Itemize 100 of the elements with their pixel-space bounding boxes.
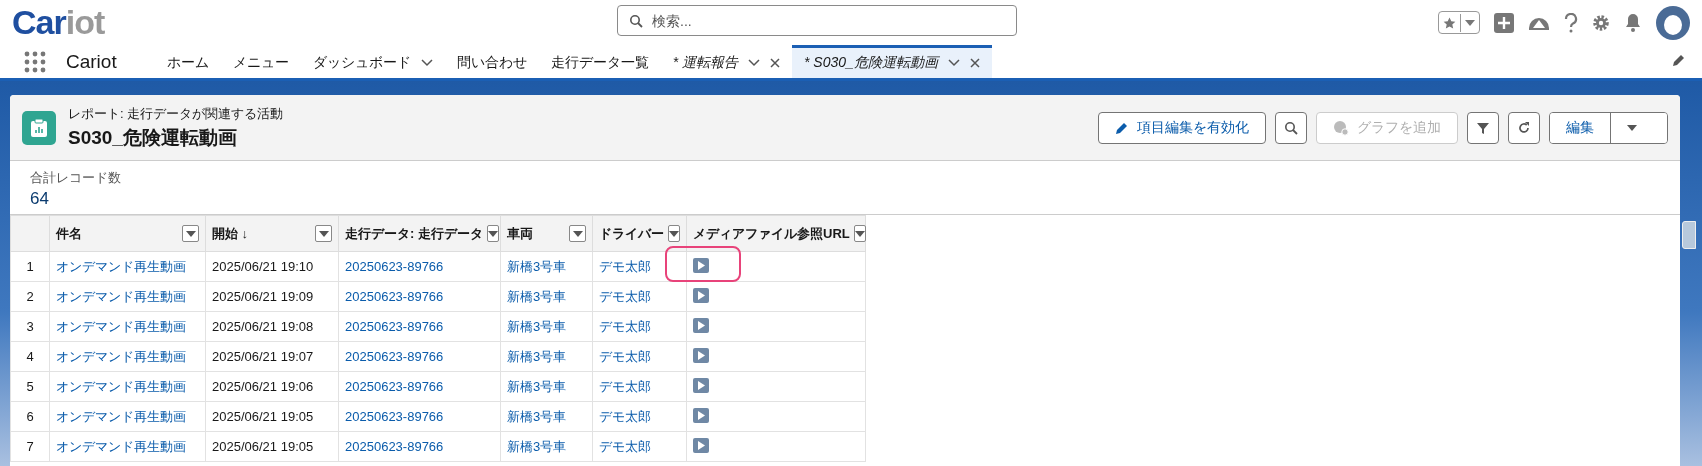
menu-button[interactable]: [1611, 112, 1667, 143]
caret-icon: [854, 230, 865, 237]
table-cell: 2025/06/21 19:06: [205, 371, 339, 402]
column-menu-button[interactable]: [569, 225, 586, 242]
table-link[interactable]: 20250623-89766: [338, 251, 501, 282]
logo: Cariot: [12, 3, 105, 42]
table-link[interactable]: 新橋3号車: [500, 281, 593, 312]
table-link[interactable]: オンデマンド再生動画: [49, 311, 206, 342]
nav-tab[interactable]: メニュー: [220, 45, 301, 78]
close-icon[interactable]: [969, 58, 980, 68]
column-header: ドライバー: [599, 224, 664, 243]
table-cell: 2025/06/21 19:08: [205, 311, 339, 342]
column-header: 走行データ: 走行データ: [345, 224, 483, 243]
play-icon[interactable]: [693, 437, 709, 453]
play-icon[interactable]: [693, 347, 709, 363]
report-title: S030_危険運転動画: [68, 125, 238, 150]
add-icon[interactable]: [1494, 12, 1514, 33]
chevron-down-icon[interactable]: [748, 59, 761, 67]
nav-tab[interactable]: * 運転報告: [660, 45, 793, 78]
table-cell: 2025/06/21 19:10: [205, 251, 339, 282]
play-icon[interactable]: [693, 257, 709, 273]
nav-tab[interactable]: ダッシュボード: [300, 45, 445, 78]
table-cell: 2025/06/21 19:05: [205, 401, 339, 432]
play-icon[interactable]: [693, 317, 709, 333]
table-link[interactable]: 20250623-89766: [338, 401, 501, 432]
table-link[interactable]: 新橋3号車: [500, 371, 593, 402]
table-cell: 2025/06/21 19:07: [205, 341, 339, 372]
table-link[interactable]: デモ太郎: [592, 371, 687, 402]
column-header: メディアファイル参照URL: [693, 224, 850, 243]
table-link[interactable]: 20250623-89766: [338, 341, 501, 372]
search-icon: [1284, 120, 1298, 135]
close-icon[interactable]: [770, 58, 781, 68]
table-cell: 2025/06/21 19:09: [205, 281, 339, 312]
table-link[interactable]: デモ太郎: [592, 401, 687, 432]
column-menu-button[interactable]: [182, 225, 199, 242]
refresh-icon: [1517, 120, 1531, 135]
settings-icon[interactable]: [1592, 13, 1610, 32]
table-link[interactable]: オンデマンド再生動画: [49, 281, 206, 312]
caret-icon: [669, 230, 679, 237]
caret-icon: [1627, 124, 1637, 131]
caret-icon: [185, 230, 196, 237]
caret-icon: [318, 230, 329, 237]
play-icon[interactable]: [693, 407, 709, 423]
pencil-icon[interactable]: [1672, 52, 1686, 67]
table-link[interactable]: 新橋3号車: [500, 431, 593, 462]
summary-label: 合計レコード数: [30, 169, 122, 187]
table-link[interactable]: 新橋3号車: [500, 251, 593, 282]
column-menu-button[interactable]: [486, 225, 499, 242]
table-link[interactable]: 新橋3号車: [500, 341, 593, 372]
summary-value: 64: [30, 189, 50, 209]
filter-icon: [1476, 120, 1490, 135]
edit-split-button[interactable]: 編集: [1549, 111, 1668, 144]
row-number: 5: [10, 371, 50, 402]
table-link[interactable]: デモ太郎: [592, 281, 687, 312]
table-link[interactable]: デモ太郎: [592, 341, 687, 372]
report-type: レポート: 走行データが関連する活動: [68, 104, 284, 123]
table-link[interactable]: オンデマンド再生動画: [49, 401, 206, 432]
caret-icon: [572, 230, 583, 237]
table-link[interactable]: 20250623-89766: [338, 281, 501, 312]
refresh-button[interactable]: [1508, 111, 1540, 144]
table-link[interactable]: 20250623-89766: [338, 311, 501, 342]
table-link[interactable]: オンデマンド再生動画: [49, 371, 206, 402]
favorites-button[interactable]: [1438, 11, 1480, 34]
app-launcher-icon[interactable]: [24, 50, 46, 73]
column-header: 車両: [507, 224, 533, 243]
table-link[interactable]: 新橋3号車: [500, 311, 593, 342]
column-menu-button[interactable]: [315, 225, 332, 242]
row-number: 3: [10, 311, 50, 342]
table-link[interactable]: 20250623-89766: [338, 431, 501, 462]
table-link[interactable]: 20250623-89766: [338, 371, 501, 402]
play-icon[interactable]: [693, 287, 709, 303]
help-icon[interactable]: [1564, 12, 1578, 33]
search-field[interactable]: 検索...: [617, 5, 1017, 36]
table-link[interactable]: オンデマンド再生動画: [49, 341, 206, 372]
table-link[interactable]: デモ太郎: [592, 251, 687, 282]
table-link[interactable]: デモ太郎: [592, 311, 687, 342]
avatar[interactable]: [1656, 5, 1690, 40]
app-name: Cariot: [66, 49, 117, 74]
table-link[interactable]: オンデマンド再生動画: [49, 431, 206, 462]
table-link[interactable]: オンデマンド再生動画: [49, 251, 206, 282]
toolbar-button[interactable]: 項目編集を有効化: [1098, 111, 1266, 144]
row-number: 6: [10, 401, 50, 432]
notification-icon[interactable]: [1624, 13, 1642, 32]
chevron-down-icon[interactable]: [947, 59, 960, 67]
nav-tab[interactable]: ホーム: [154, 45, 221, 78]
search-button[interactable]: [1275, 111, 1307, 144]
nav-tab[interactable]: * S030_危険運転動画: [792, 45, 992, 78]
nav-tab[interactable]: 問い合わせ: [444, 45, 539, 78]
chevron-down-icon[interactable]: [420, 59, 433, 67]
column-header: 件名: [56, 224, 82, 243]
table-link[interactable]: 新橋3号車: [500, 401, 593, 432]
play-icon[interactable]: [693, 377, 709, 393]
nav-tab[interactable]: 走行データ一覧: [538, 45, 661, 78]
chart-icon: [1333, 119, 1349, 136]
column-menu-button[interactable]: [668, 225, 680, 242]
table-link[interactable]: デモ太郎: [592, 431, 687, 462]
column-menu-button[interactable]: [853, 225, 866, 242]
row-number: 7: [10, 431, 50, 462]
filter-button[interactable]: [1467, 111, 1499, 144]
edit-button[interactable]: 編集: [1550, 112, 1611, 143]
